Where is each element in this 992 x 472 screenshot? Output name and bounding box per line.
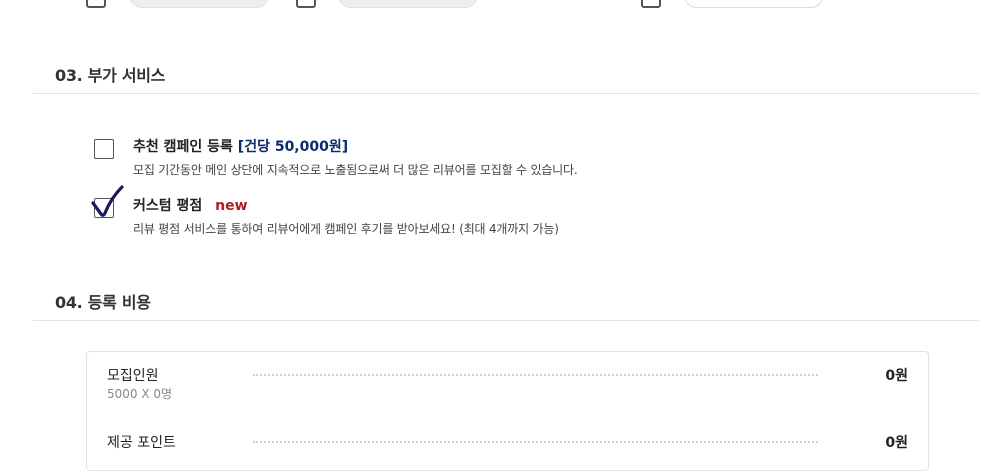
section-divider [33,93,979,94]
previous-section-controls [0,0,992,12]
option-pill[interactable] [338,0,478,8]
cost-label: 제공 포인트 [107,435,176,451]
addon-option-title: 커스텀 평점 new [133,195,248,215]
checkbox-unchecked-icon[interactable] [94,139,114,159]
checkbox-icon[interactable] [296,0,316,8]
option-pill[interactable] [684,0,824,8]
dotted-leader [253,374,818,376]
addon-option-description: 리뷰 평점 서비스를 통하여 리뷰어에게 캠페인 후기를 받아보세요! (최대 … [133,222,559,236]
addon-option-price: [건당 50,000원] [237,139,349,155]
cost-value: 0원 [885,368,908,384]
checkbox-icon[interactable] [86,0,106,8]
section-divider [33,320,979,321]
cost-row-recruits: 모집인원 5000 X 0명 0원 [87,365,928,405]
cost-row-points: 제공 포인트 0원 [87,432,928,472]
cost-formula: 5000 X 0명 [107,387,173,401]
checkmark-icon [91,185,124,217]
checkbox-icon[interactable] [641,0,661,8]
addon-option-description: 모집 기간동안 메인 상단에 지속적으로 노출됨으로써 더 많은 리뷰어를 모집… [133,163,578,177]
addon-option-title: 추천 캠페인 등록 [건당 50,000원] [133,136,348,156]
section-title-cost: 04. 등록 비용 [55,293,151,312]
option-pill[interactable] [129,0,269,8]
cost-summary-box: 모집인원 5000 X 0명 0원 제공 포인트 0원 [86,351,929,471]
section-title-addons: 03. 부가 서비스 [55,66,166,85]
new-badge: new [215,198,248,214]
cost-label: 모집인원 [107,368,159,384]
addon-option-label: 추천 캠페인 등록 [133,139,233,155]
cost-value: 0원 [885,435,908,451]
addon-option-label: 커스텀 평점 [133,198,203,214]
